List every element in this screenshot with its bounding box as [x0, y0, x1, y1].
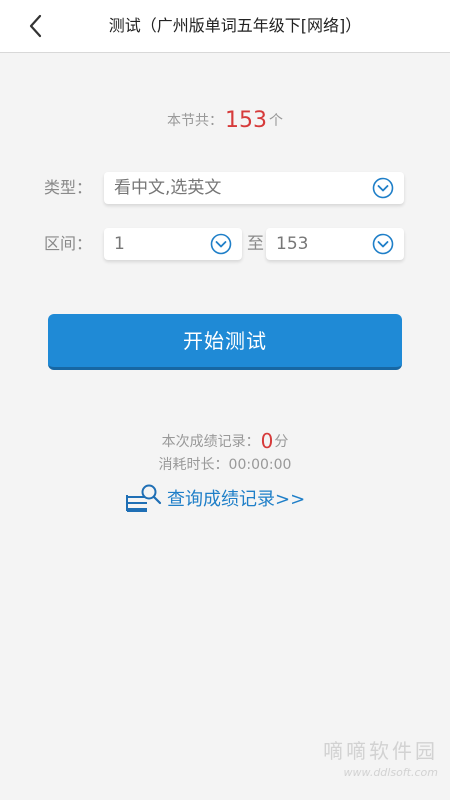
search-document-icon [126, 484, 162, 512]
word-count-summary: 本节共：153 个 [0, 104, 450, 138]
page-title: 测试（广州版单词五年级下[网络]） [108, 16, 362, 35]
view-records-link[interactable]: 查询成绩记录>> [125, 482, 305, 518]
range-start-select[interactable]: 1 [104, 228, 242, 260]
range-separator: 至 [247, 234, 264, 254]
time-label: 消耗时长： [158, 457, 229, 473]
watermark-name: 嘀嘀软件园 [323, 739, 438, 763]
type-select[interactable]: 看中文,选英文 [104, 172, 404, 204]
score-value: 0 [260, 429, 274, 453]
watermark: 嘀嘀软件园 www.ddlsoft.com [323, 735, 438, 779]
chevron-down-circle-icon [210, 233, 232, 255]
start-test-button[interactable]: 开始测试 [48, 314, 402, 370]
time-value: 00:00:00 [228, 457, 292, 473]
word-count-suffix: 个 [269, 113, 283, 129]
score-prefix: 本次成绩记录： [161, 434, 260, 450]
type-label: 类型： [44, 178, 93, 197]
type-select-value: 看中文,选英文 [114, 178, 222, 198]
back-button[interactable] [20, 8, 56, 44]
score-suffix: 分 [274, 434, 289, 450]
range-label: 区间： [44, 234, 93, 253]
watermark-url: www.ddlsoft.com [343, 766, 438, 779]
word-count-prefix: 本节共： [167, 113, 223, 129]
view-records-label: 查询成绩记录>> [167, 489, 306, 510]
range-end-value: 153 [276, 234, 309, 254]
time-spent: 消耗时长：00:00:00 [0, 454, 450, 476]
chevron-down-circle-icon [372, 177, 394, 199]
chevron-left-icon [29, 14, 42, 38]
score-record: 本次成绩记录：0分 [0, 428, 450, 454]
word-count-value: 153 [225, 108, 267, 133]
top-bar: 测试（广州版单词五年级下[网络]） [0, 0, 450, 53]
range-end-select[interactable]: 153 [266, 228, 404, 260]
range-start-value: 1 [114, 234, 125, 254]
chevron-down-circle-icon [372, 233, 394, 255]
